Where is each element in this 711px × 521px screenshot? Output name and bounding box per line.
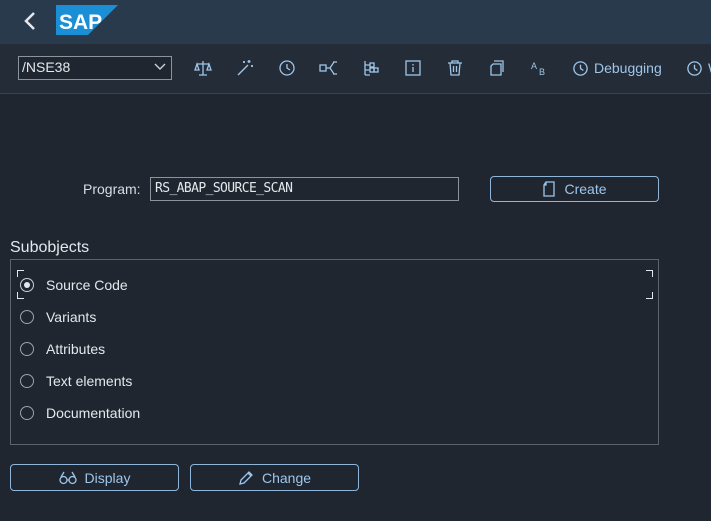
test-run-button[interactable]: [277, 58, 297, 78]
radio-button[interactable]: [20, 278, 34, 292]
radio-button[interactable]: [20, 342, 34, 356]
radio-label: Text elements: [46, 373, 133, 389]
create-button[interactable]: Create: [490, 176, 659, 202]
sap-logo: SAP: [56, 5, 118, 35]
change-label: Change: [261, 469, 312, 486]
trash-icon: [448, 60, 462, 76]
rename-button[interactable]: A B: [529, 58, 549, 78]
radio-button[interactable]: [20, 406, 34, 420]
svg-text:B: B: [539, 67, 545, 77]
subobjects-title: Subobjects: [10, 239, 90, 256]
display-label: Display: [84, 469, 131, 486]
activate-button[interactable]: [235, 58, 255, 78]
radio-label: Attributes: [46, 341, 106, 357]
focus-corner: [646, 270, 653, 277]
radio-source-code[interactable]: Source Code: [20, 275, 128, 295]
info-button[interactable]: [403, 58, 423, 78]
rename-icon: A B: [531, 61, 545, 77]
application-toolbar: /NSE38 A B Debugging: [0, 44, 711, 94]
copy-icon: [490, 60, 504, 76]
delete-button[interactable]: [445, 58, 465, 78]
debugging-label: Debugging: [594, 60, 662, 76]
scales-icon: [194, 61, 212, 76]
where-used-icon: [319, 61, 337, 75]
chevron-down-icon[interactable]: [154, 63, 166, 71]
clock-icon: [573, 60, 588, 76]
command-field-value[interactable]: /NSE38: [22, 59, 70, 75]
back-button[interactable]: [18, 8, 42, 34]
hierarchy-icon: [364, 61, 379, 76]
check-syntax-button[interactable]: [193, 58, 213, 78]
svg-text:SAP: SAP: [59, 11, 102, 34]
radio-documentation[interactable]: Documentation: [20, 403, 140, 423]
radio-text-elements[interactable]: Text elements: [20, 371, 132, 391]
radio-label: Variants: [46, 309, 97, 325]
chevron-left-icon: [24, 12, 35, 30]
copy-button[interactable]: [487, 58, 507, 78]
info-icon: [405, 60, 421, 76]
focus-corner: [646, 292, 653, 299]
svg-text:A: A: [531, 61, 537, 71]
shell-bar: SAP: [0, 0, 711, 44]
new-document-icon: [543, 181, 556, 197]
change-button[interactable]: Change: [190, 464, 359, 491]
pencil-icon: [239, 470, 253, 485]
radio-label: Source Code: [46, 277, 128, 293]
display-button[interactable]: Display: [10, 464, 179, 491]
create-label: Create: [564, 181, 607, 197]
radio-button[interactable]: [20, 310, 34, 324]
radio-attributes[interactable]: Attributes: [20, 339, 105, 359]
radio-variants[interactable]: Variants: [20, 307, 96, 327]
overflow-toolbar-button[interactable]: W: [686, 58, 711, 78]
program-label: Program:: [83, 181, 141, 197]
where-used-button[interactable]: [319, 58, 339, 78]
hierarchy-button[interactable]: [361, 58, 381, 78]
debugging-button[interactable]: Debugging: [572, 58, 662, 78]
glasses-icon: [58, 471, 77, 484]
clock-icon: [687, 60, 702, 76]
radio-label: Documentation: [46, 405, 141, 421]
magic-wand-icon: [237, 60, 253, 76]
command-field[interactable]: /NSE38: [18, 56, 172, 80]
program-input[interactable]: RS_ABAP_SOURCE_SCAN: [150, 177, 459, 201]
clock-run-icon: [279, 60, 295, 76]
radio-button[interactable]: [20, 374, 34, 388]
